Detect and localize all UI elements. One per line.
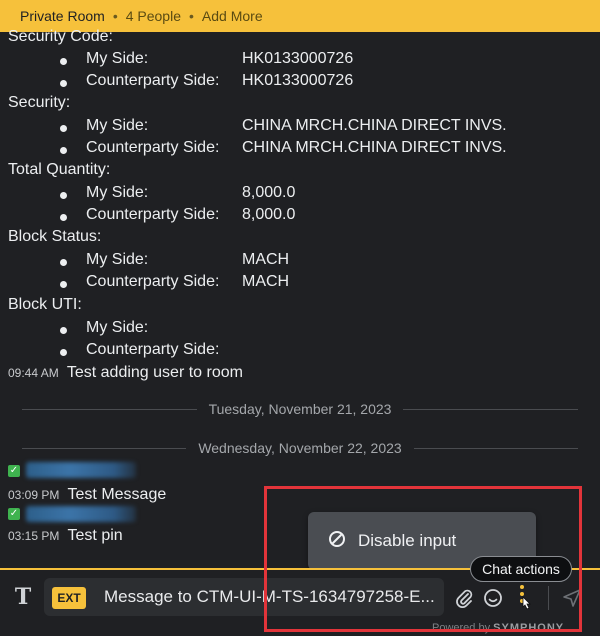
field-key: Counterparty Side:: [86, 341, 220, 358]
field-value: MACH: [242, 251, 290, 268]
bullet-icon: [60, 349, 67, 356]
symphony-brand: SYMPHONY: [493, 622, 565, 634]
message-time: 03:09 PM: [8, 488, 60, 502]
section-label: Block Status:: [8, 228, 102, 245]
field-key: My Side:: [86, 251, 149, 268]
date-divider: Wednesday, November 22, 2023: [22, 438, 579, 458]
powered-by-label: Powered by: [432, 622, 491, 634]
field-value: MACH: [242, 273, 290, 290]
section-label: Security Code:: [8, 28, 113, 45]
bullet-icon: [60, 214, 67, 221]
date-divider: Tuesday, November 21, 2023: [22, 399, 579, 419]
bullet-icon: [60, 58, 67, 65]
sender-name-redacted: [26, 462, 136, 478]
bullet-icon: [60, 281, 67, 288]
powered-by: Powered by SYMPHONY: [432, 622, 564, 634]
message-input[interactable]: EXT Message to CTM-UI-M-TS-1634797258-E.…: [44, 578, 444, 616]
room-type-label: Private Room: [20, 8, 105, 24]
chat-message[interactable]: 09:44 AM Test adding user to room: [8, 364, 243, 382]
message-text: Test pin: [67, 527, 123, 544]
field-value: HK0133000726: [242, 50, 354, 67]
section-label: Total Quantity:: [8, 161, 111, 178]
message-text: Test Message: [67, 486, 167, 503]
message-text: Test adding user to room: [66, 364, 243, 381]
bullet-icon: [60, 147, 67, 154]
field-key: Counterparty Side:: [86, 206, 220, 223]
bullet-icon: [60, 192, 67, 199]
separator-dot: •: [189, 8, 194, 24]
field-value: CHINA MRCH.CHINA DIRECT INVS.: [242, 139, 507, 156]
message-input-text: Message to CTM-UI-M-TS-1634797258-E...: [104, 587, 435, 606]
send-icon[interactable]: [560, 586, 584, 610]
field-key: My Side:: [86, 319, 149, 336]
sender-name-redacted: [26, 506, 136, 522]
chat-message[interactable]: 03:09 PM Test Message: [8, 486, 166, 504]
check-icon: ✓: [8, 465, 20, 477]
message-list: Security Code: My Side: HK0133000726 Cou…: [0, 28, 600, 550]
section-label: Block UTI:: [8, 296, 82, 313]
bullet-icon: [60, 259, 67, 266]
date-label: Tuesday, November 21, 2023: [208, 401, 392, 417]
chat-message[interactable]: 03:15 PM Test pin: [8, 527, 123, 545]
add-more-link[interactable]: Add More: [202, 8, 263, 24]
date-label: Wednesday, November 22, 2023: [198, 440, 402, 456]
people-link[interactable]: 4 People: [126, 8, 181, 24]
field-key: Counterparty Side:: [86, 72, 220, 89]
field-value: 8,000.0: [242, 184, 296, 201]
section-label: Security:: [8, 94, 71, 111]
bullet-icon: [60, 125, 67, 132]
ext-badge: EXT: [52, 587, 86, 609]
bullet-icon: [60, 327, 67, 334]
field-value: HK0133000726: [242, 72, 354, 89]
message-time: 03:15 PM: [8, 529, 60, 543]
more-vertical-icon[interactable]: [510, 585, 534, 610]
block-icon: [328, 530, 346, 553]
disable-input-menu-item[interactable]: Disable input: [358, 531, 456, 551]
message-time: 09:44 AM: [8, 366, 59, 380]
field-value: CHINA MRCH.CHINA DIRECT INVS.: [242, 117, 507, 134]
field-key: Counterparty Side:: [86, 273, 220, 290]
emoji-icon[interactable]: [481, 586, 505, 610]
field-key: My Side:: [86, 184, 149, 201]
field-key: My Side:: [86, 50, 149, 67]
field-value: 8,000.0: [242, 206, 296, 223]
attachment-icon[interactable]: [452, 586, 476, 610]
composer-divider: [548, 586, 549, 610]
field-key: My Side:: [86, 117, 149, 134]
text-format-icon[interactable]: T: [12, 586, 34, 608]
check-icon: ✓: [8, 508, 20, 520]
separator-dot: •: [112, 8, 118, 24]
bullet-icon: [60, 80, 67, 87]
chat-actions-tooltip: Chat actions: [470, 556, 572, 582]
field-key: Counterparty Side:: [86, 139, 220, 156]
